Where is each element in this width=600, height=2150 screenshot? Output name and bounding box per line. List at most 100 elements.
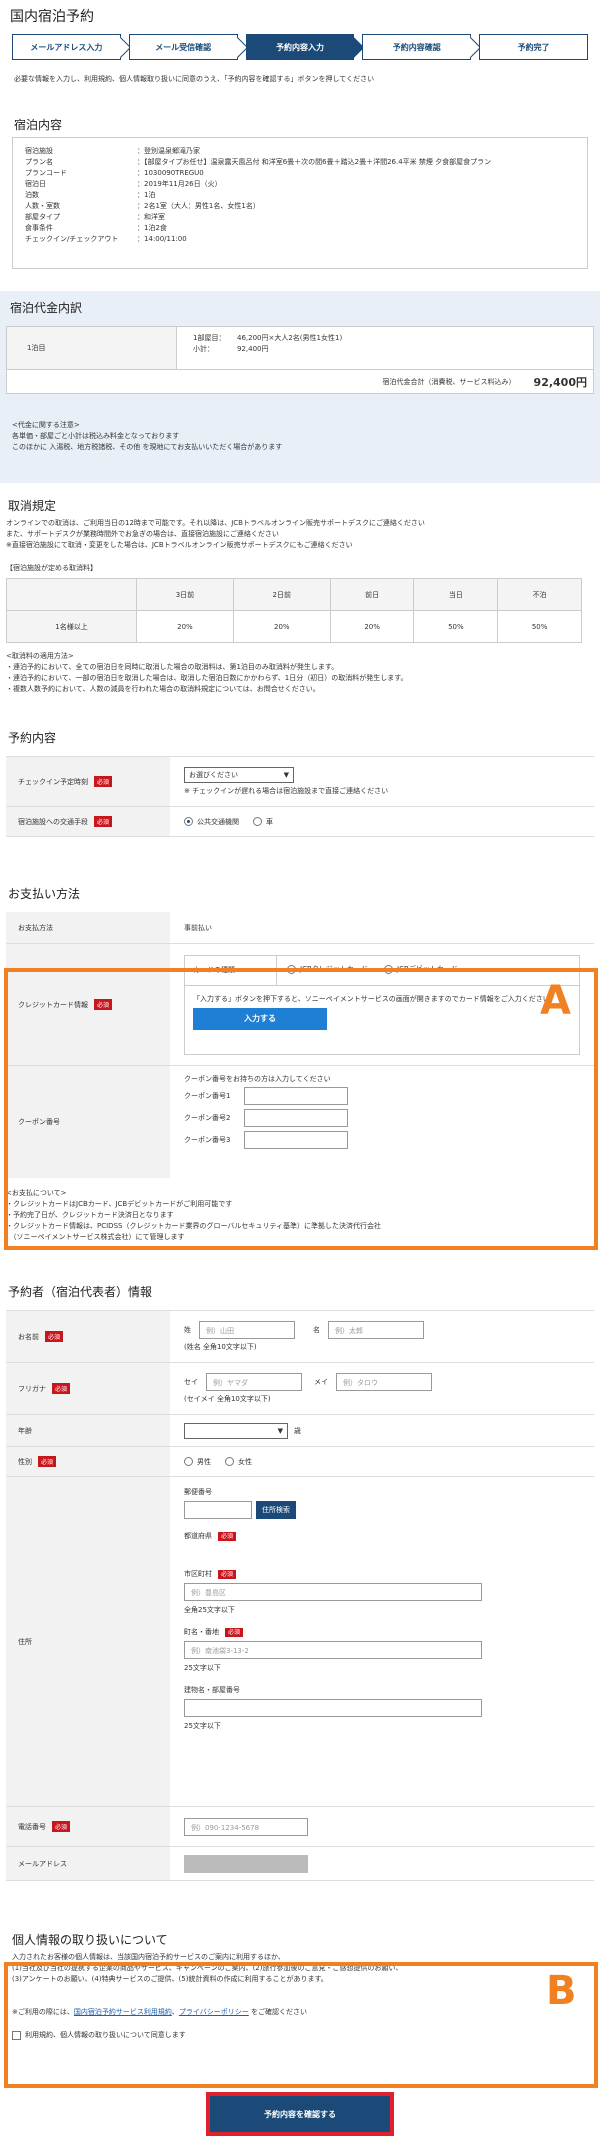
zip-label: 郵便番号 bbox=[184, 1488, 212, 1496]
chevron-down-icon: ▼ bbox=[277, 1426, 283, 1435]
city-input[interactable]: 例）豊島区 bbox=[184, 1583, 482, 1601]
required-badge: 必須 bbox=[52, 1821, 71, 1832]
table-header-cell: 前日 bbox=[329, 578, 415, 611]
transport-public-radio[interactable]: 公共交通機関 bbox=[184, 817, 239, 827]
city-label: 市区町村 bbox=[184, 1570, 212, 1578]
table-header-cell: 当日 bbox=[413, 578, 499, 611]
stay-row-value: ：2019年11月26日（火） bbox=[137, 180, 222, 188]
stay-row-value: ：【部屋タイプお任せ】温泉露天風呂付 和洋室6畳＋次の間6畳＋踏込2畳＋洋間26… bbox=[137, 158, 492, 166]
price-subtotal-value: 92,400円 bbox=[237, 345, 269, 353]
cancel-table-caption: 【宿泊施設が定める取消料】 bbox=[6, 564, 97, 572]
bldg-input[interactable] bbox=[184, 1699, 482, 1717]
step-reservation-confirm: 予約内容確認 bbox=[362, 34, 472, 60]
street-label: 町名・番地 bbox=[184, 1628, 219, 1636]
required-badge: 必須 bbox=[94, 776, 113, 787]
highlight-frame-b bbox=[4, 1962, 598, 2088]
required-badge: 必須 bbox=[45, 1331, 64, 1342]
night-label: 1泊目 bbox=[7, 327, 177, 369]
payment-method-value: 事前払い bbox=[184, 923, 212, 932]
total-label: 宿泊代金合計（消費税、サービス料込み） bbox=[382, 377, 516, 386]
stay-row-key: 宿泊日 bbox=[25, 180, 46, 188]
stay-box: 宿泊施設 ：登別温泉郷滝乃家 プラン名 ：【部屋タイプお任せ】温泉露天風呂付 和洋室… bbox=[12, 137, 588, 269]
sei-kana-label: セイ bbox=[184, 1378, 198, 1386]
cancel-line: また、サポートデスクが業務時間外でお急ぎの場合は、直接宿泊施設にご連絡ください bbox=[6, 530, 279, 538]
stay-row: 食事条件 ：1泊2食 bbox=[25, 223, 575, 234]
highlight-frame-a bbox=[4, 968, 598, 1250]
sei-label: 姓 bbox=[184, 1326, 191, 1334]
zip-input[interactable] bbox=[184, 1501, 252, 1519]
confirm-reservation-button[interactable]: 予約内容を確認する bbox=[210, 2096, 390, 2132]
street-input[interactable]: 例）南池袋3-13-2 bbox=[184, 1641, 482, 1659]
address-label: 住所 bbox=[6, 1477, 170, 1806]
kana-row: フリガナ 必須 セイ 例）ヤマダ メイ 例）タロウ (セイメイ 全角10文字以下) bbox=[6, 1363, 594, 1415]
checkin-time-select[interactable]: お選びください ▼ bbox=[184, 767, 294, 783]
price-section: 宿泊代金内訳 1泊目 1部屋目： 46,200円×大人2名(男性1女性1) 小計：… bbox=[0, 291, 600, 483]
radio-dot bbox=[253, 817, 262, 826]
sei-kana-input[interactable]: 例）ヤマダ bbox=[206, 1373, 302, 1391]
required-badge: 必須 bbox=[218, 1532, 237, 1541]
table-header-cell bbox=[6, 578, 137, 611]
email-value-masked bbox=[184, 1854, 308, 1873]
city-note: 全角25文字以下 bbox=[184, 1606, 235, 1614]
rep-form: お名前 必須 姓 例）山田 名 例）太郎 (姓名 全角10文字以下) フリガナ 必須… bbox=[6, 1310, 594, 1881]
cancel-rules: <取消料の適用方法> ・連泊予約において、全ての宿泊日を同時に取消した場合の取消… bbox=[0, 643, 600, 695]
required-badge: 必須 bbox=[94, 816, 113, 827]
stay-row: 人数・室数 ：2名1室（大人：男性1名、女性1名） bbox=[25, 201, 575, 212]
gender-female-radio[interactable]: 女性 bbox=[225, 1457, 252, 1467]
price-room-value: 46,200円×大人2名(男性1女性1) bbox=[237, 334, 343, 342]
phone-input[interactable]: 例）090-1234-5678 bbox=[184, 1817, 308, 1836]
intro-text: 必要な情報を入力し、利用規約、個人情報取り扱いに同意のうえ、「予約内容を確認する… bbox=[14, 75, 375, 83]
payment-heading: お支払い方法 bbox=[8, 887, 81, 901]
step-complete: 予約完了 bbox=[479, 34, 588, 60]
gender-male-radio[interactable]: 男性 bbox=[184, 1457, 211, 1467]
stay-row: プラン名 ：【部屋タイプお任せ】温泉露天風呂付 和洋室6畳＋次の間6畳＋踏込2畳＋… bbox=[25, 157, 575, 168]
stay-heading: 宿泊内容 bbox=[14, 118, 63, 132]
table-cell: 20% bbox=[232, 610, 331, 643]
bldg-label: 建物名・部屋番号 bbox=[184, 1686, 240, 1694]
marker-b: B bbox=[546, 1968, 577, 2014]
sei-input[interactable]: 例）山田 bbox=[199, 1321, 295, 1339]
stay-row: 宿泊施設 ：登別温泉郷滝乃家 bbox=[25, 146, 575, 157]
price-notes: <代金に関する注意> 各単価・部屋ごと小計は税込み料金となっております このほか… bbox=[6, 420, 594, 453]
stay-row-value: ：登別温泉郷滝乃家 bbox=[137, 147, 200, 155]
table-row-label: 1名様以上 bbox=[6, 610, 137, 643]
gender-label: 性別 bbox=[18, 1457, 32, 1466]
stay-row-key: チェックイン/チェックアウト bbox=[25, 235, 119, 243]
cancel-lines: オンラインでの取消は、ご利用当日の12時まで可能です。それ以降は、JCBトラベル… bbox=[0, 518, 600, 574]
stay-row-key: 部屋タイプ bbox=[25, 213, 60, 221]
mei-input[interactable]: 例）太郎 bbox=[328, 1321, 424, 1339]
progress-steps: メールアドレス入力 メール受信確認 予約内容入力 予約内容確認 予約完了 bbox=[6, 30, 594, 60]
cancel-rule-line: ・連泊予約において、一部の宿泊日を取消した場合は、取消した宿泊日数にかかわらず、… bbox=[6, 674, 408, 682]
stay-row-value: ：14:00/11:00 bbox=[137, 235, 187, 243]
stay-row: チェックイン/チェックアウト ：14:00/11:00 bbox=[25, 234, 575, 245]
zip-search-button[interactable]: 住所検索 bbox=[256, 1501, 296, 1519]
age-select[interactable]: ▼ bbox=[184, 1422, 288, 1439]
stay-row-key: 人数・室数 bbox=[25, 202, 60, 210]
bldg-note: 25文字以下 bbox=[184, 1722, 221, 1730]
transport-car-radio[interactable]: 車 bbox=[253, 817, 273, 827]
required-badge: 必須 bbox=[218, 1570, 237, 1579]
page: 国内宿泊予約 メールアドレス入力 メール受信確認 予約内容入力 予約内容確認 予… bbox=[0, 0, 600, 269]
payment-method-row: お支払方法 事前払い bbox=[6, 912, 594, 944]
stay-row: 泊数 ：1泊 bbox=[25, 190, 575, 201]
phone-label: 電話番号 bbox=[18, 1822, 46, 1831]
radio-label: 男性 bbox=[197, 1457, 211, 1466]
table-header-cell: 不泊 bbox=[497, 578, 582, 611]
checkin-select-value: お選びください bbox=[189, 771, 238, 779]
radio-label: 車 bbox=[266, 817, 273, 826]
total-value: 92,400円 bbox=[533, 375, 587, 389]
cancel-rule-line: ・複数人数予約において、人数の減員を行われた場合の取消料規定については、お問合せ… bbox=[6, 685, 320, 693]
mei-kana-input[interactable]: 例）タロウ bbox=[336, 1373, 432, 1391]
radio-dot bbox=[184, 1457, 193, 1466]
chevron-down-icon: ▼ bbox=[283, 771, 289, 779]
rep-heading: 予約者（宿泊代表者）情報 bbox=[8, 1285, 153, 1299]
pref-label: 都道府県 bbox=[184, 1532, 212, 1540]
transport-row: 宿泊施設への交通手段 必須 公共交通機関 車 bbox=[6, 807, 594, 837]
stay-row-value: ：和洋室 bbox=[137, 213, 165, 221]
email-row: メールアドレス bbox=[6, 1847, 594, 1881]
cancel-fee-table: 3日前 2日前 前日 当日 不泊 1名様以上 20% 20% 20% 50% 5… bbox=[6, 578, 582, 643]
age-row: 年齢 ▼ 歳 bbox=[6, 1415, 594, 1447]
privacy-heading: 個人情報の取り扱いについて bbox=[12, 1933, 168, 1947]
stay-row-value: ：2名1室（大人：男性1名、女性1名） bbox=[137, 202, 260, 210]
kana-label: フリガナ bbox=[18, 1384, 46, 1393]
